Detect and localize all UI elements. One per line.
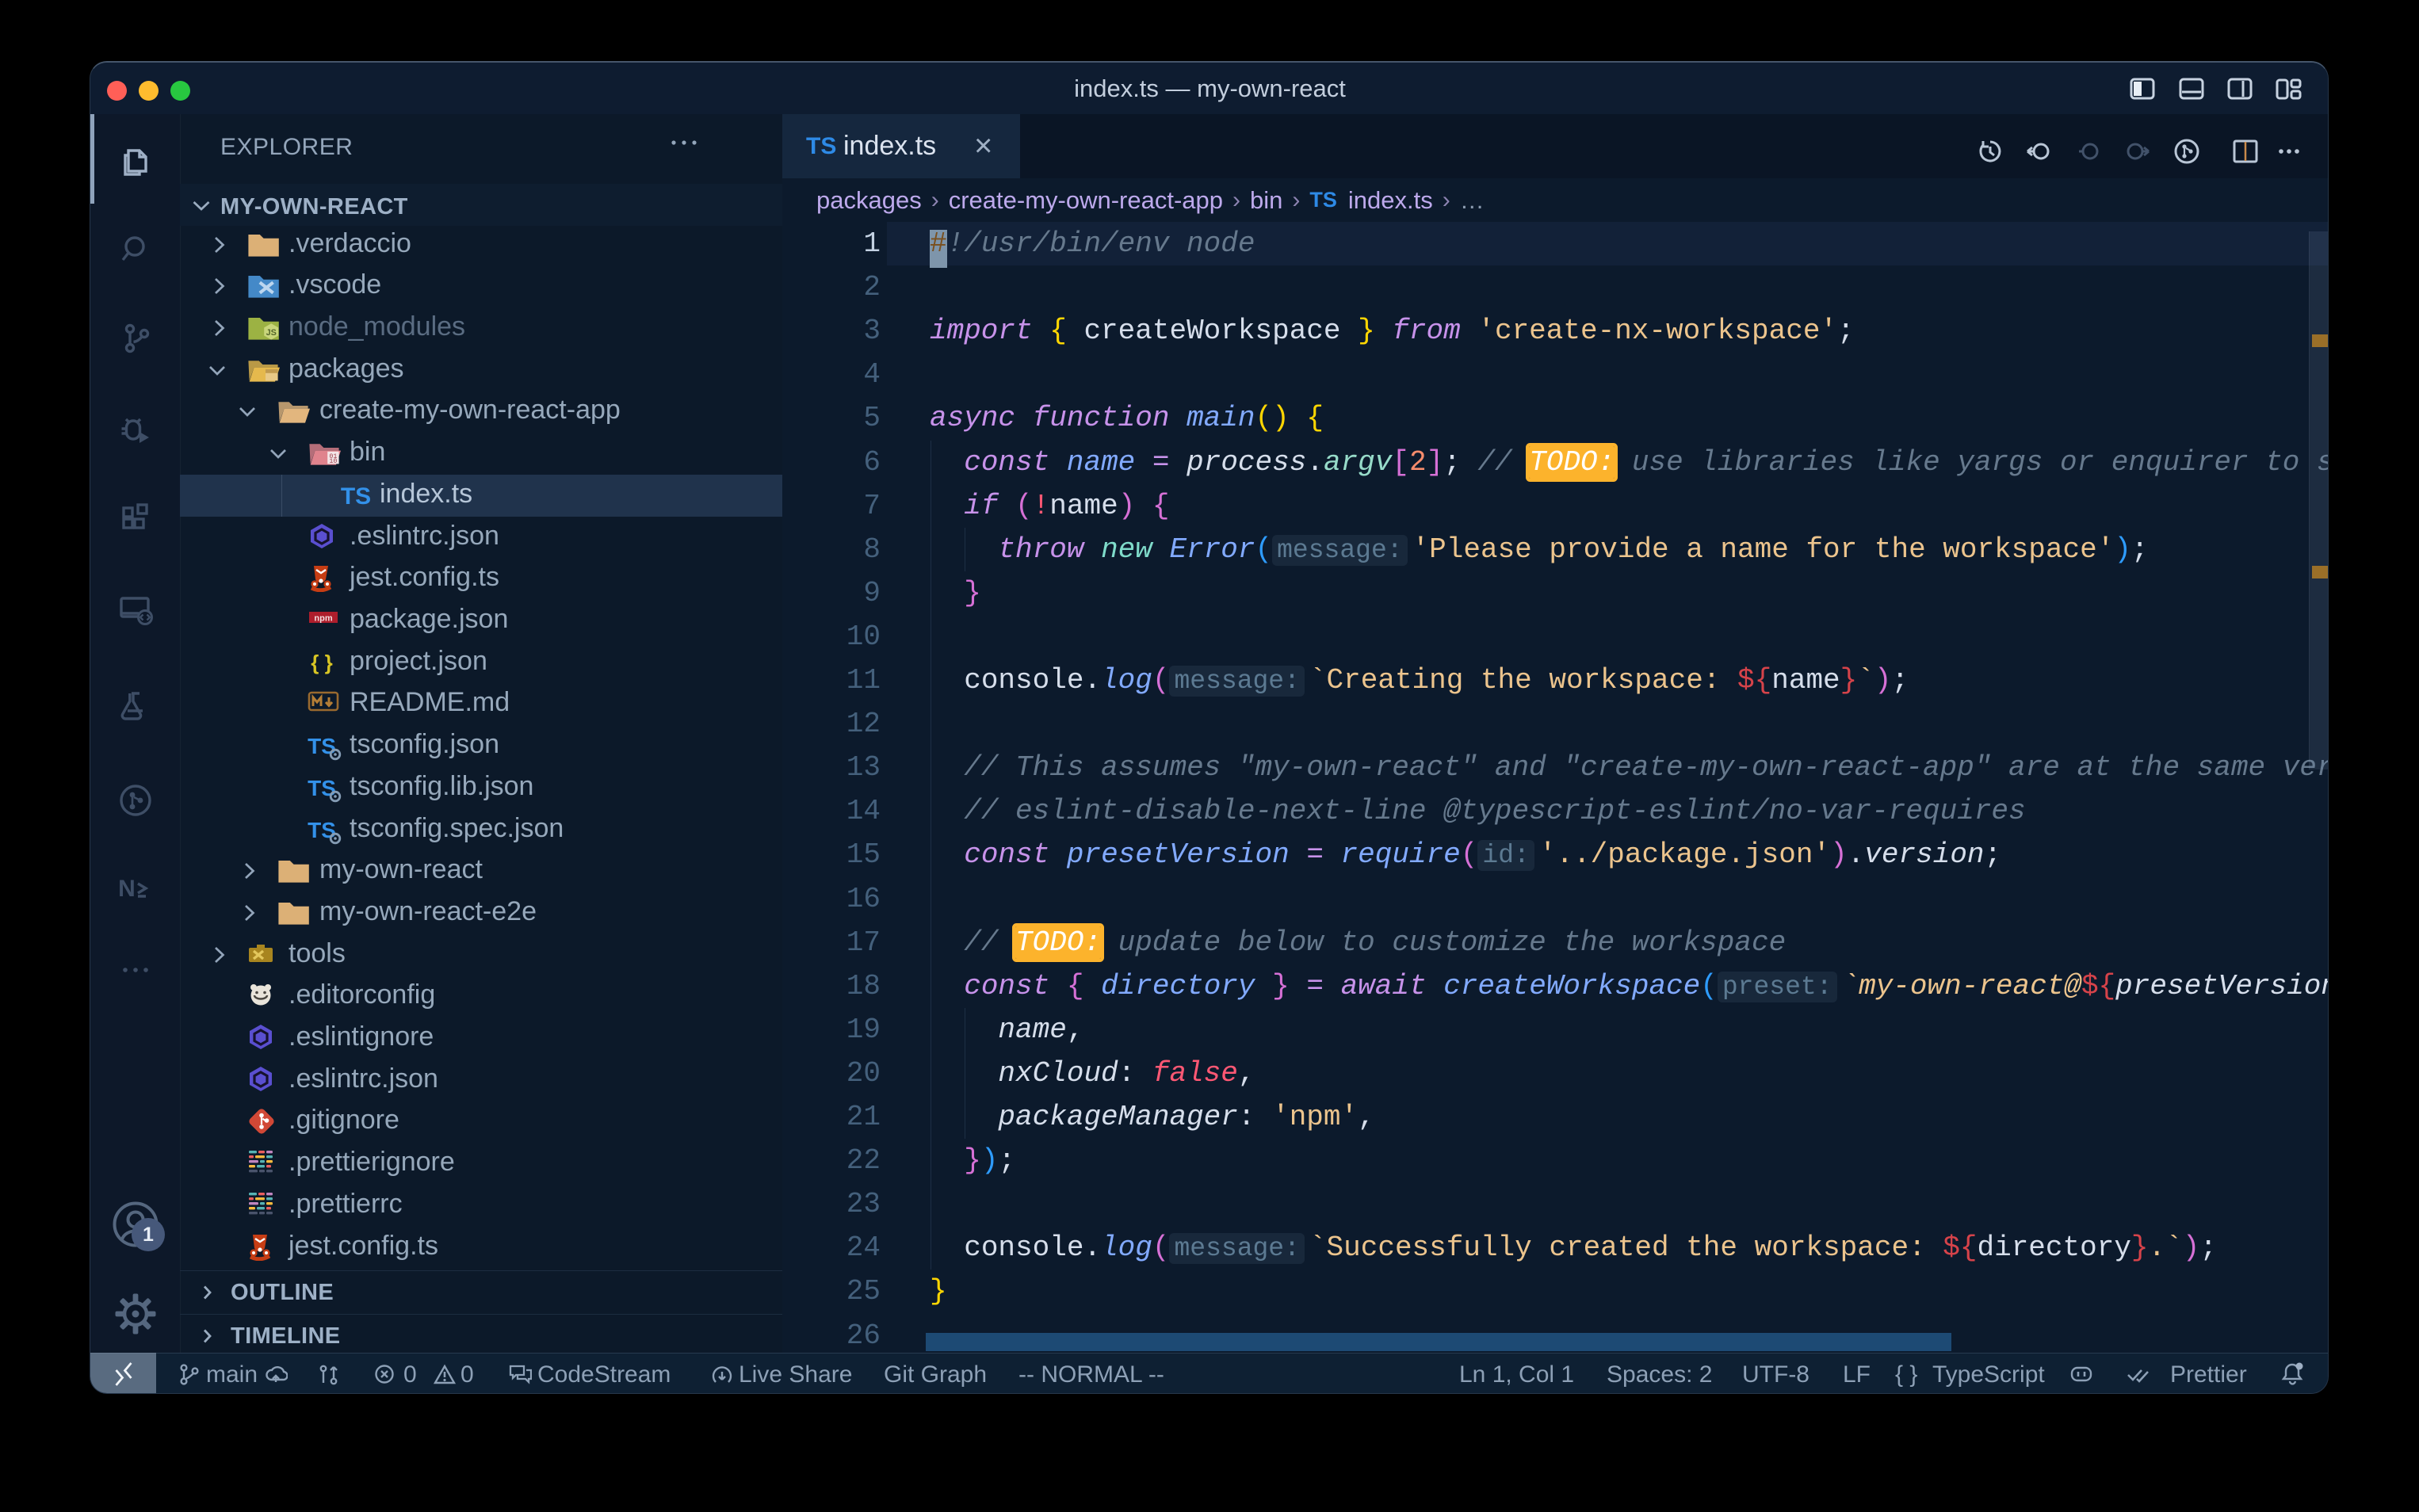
svg-text:10: 10	[329, 457, 337, 465]
svg-text:JS: JS	[266, 328, 277, 338]
svg-text:N: N	[118, 876, 136, 902]
svg-text:npm: npm	[314, 613, 332, 623]
svg-text:{ }: { }	[311, 651, 332, 674]
svg-text:TS: TS	[341, 483, 371, 510]
